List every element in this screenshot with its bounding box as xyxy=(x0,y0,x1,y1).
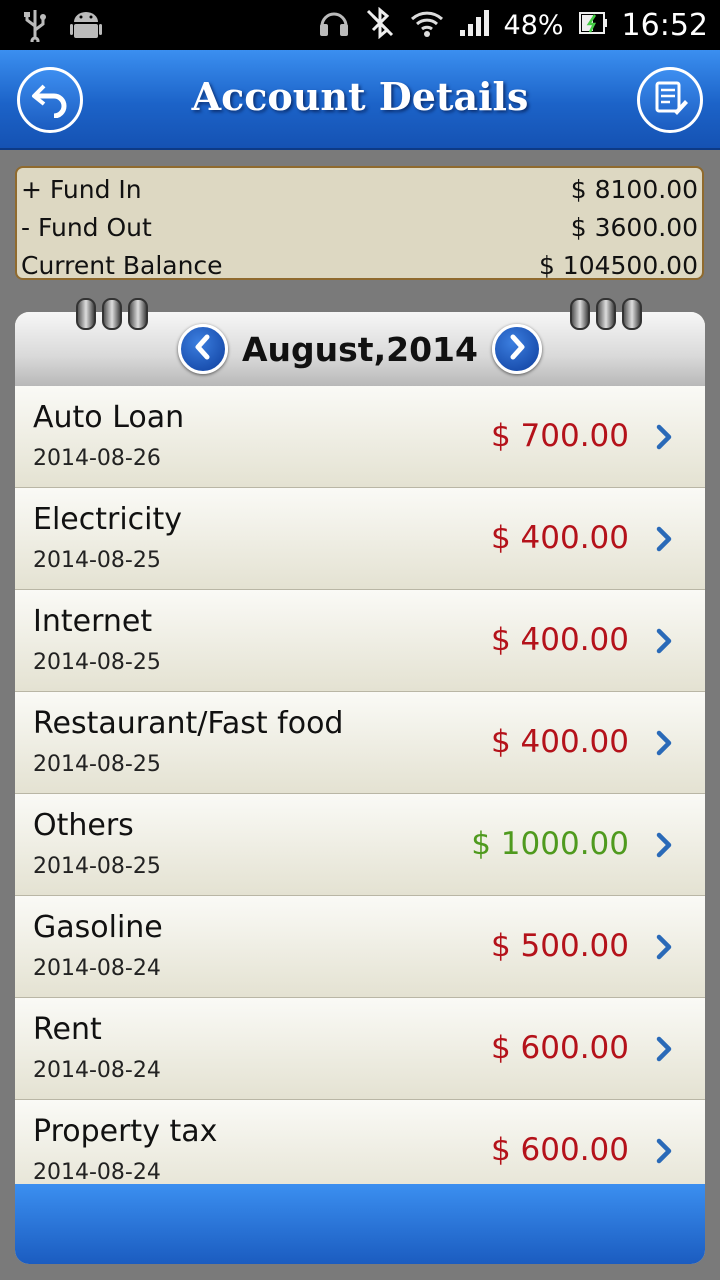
transaction-row[interactable]: Property tax 2014-08-24 $ 600.00 xyxy=(15,1100,705,1184)
balance-value: $ 104500.00 xyxy=(538,250,698,280)
chevron-right-icon xyxy=(653,422,675,452)
ring-decoration xyxy=(622,298,642,330)
chevron-right-icon xyxy=(653,524,675,554)
transaction-date: 2014-08-25 xyxy=(33,752,161,777)
transaction-title: Property tax xyxy=(33,1114,218,1149)
report-button[interactable] xyxy=(637,67,703,133)
fund-in-row: + Fund In $ 8100.00 xyxy=(21,170,698,208)
transaction-title: Gasoline xyxy=(33,910,163,945)
transaction-amount: $ 600.00 xyxy=(490,1030,629,1066)
transaction-row[interactable]: Rent 2014-08-24 $ 600.00 xyxy=(15,998,705,1100)
fund-in-value: $ 8100.00 xyxy=(570,174,698,204)
battery-icon xyxy=(578,9,608,41)
ring-decoration xyxy=(102,298,122,330)
transaction-amount: $ 400.00 xyxy=(490,622,629,658)
chevron-right-icon xyxy=(653,830,675,860)
headset-icon xyxy=(318,8,350,42)
transaction-amount: $ 500.00 xyxy=(490,928,629,964)
transaction-amount: $ 1000.00 xyxy=(471,826,629,862)
account-summary: + Fund In $ 8100.00 - Fund Out $ 3600.00… xyxy=(15,166,704,280)
transaction-date: 2014-08-25 xyxy=(33,650,161,675)
wifi-icon xyxy=(410,8,444,42)
transaction-title: Auto Loan xyxy=(33,400,185,435)
binder-rings-right xyxy=(570,298,642,330)
transaction-title: Others xyxy=(33,808,134,843)
balance-row: Current Balance $ 104500.00 xyxy=(21,246,698,284)
next-month-button[interactable] xyxy=(491,324,542,374)
chevron-right-icon xyxy=(653,1034,675,1064)
footer-bar xyxy=(15,1184,705,1264)
transaction-date: 2014-08-24 xyxy=(33,1058,161,1083)
chevron-right-icon xyxy=(653,626,675,656)
transaction-row[interactable]: Others 2014-08-25 $ 1000.00 xyxy=(15,794,705,896)
status-bar: 48% 16:52 xyxy=(0,0,720,50)
transaction-title: Electricity xyxy=(33,502,183,537)
fund-in-label: + Fund In xyxy=(21,174,142,204)
transaction-amount: $ 400.00 xyxy=(490,724,629,760)
ring-decoration xyxy=(596,298,616,330)
ring-decoration xyxy=(570,298,590,330)
chevron-right-icon xyxy=(653,1136,675,1166)
month-label: August,2014 xyxy=(242,329,478,369)
ring-decoration xyxy=(128,298,148,330)
fund-out-row: - Fund Out $ 3600.00 xyxy=(21,208,698,246)
transaction-row[interactable]: Auto Loan 2014-08-26 $ 700.00 xyxy=(15,386,705,488)
transaction-row[interactable]: Electricity 2014-08-25 $ 400.00 xyxy=(15,488,705,590)
transaction-title: Internet xyxy=(33,604,153,639)
transactions-panel: August,2014 Auto Loan 2014-08-26 $ 700.00 E… xyxy=(15,312,705,1264)
app-header: Account Details xyxy=(0,50,720,150)
transaction-list[interactable]: Auto Loan 2014-08-26 $ 700.00 Electricity 20… xyxy=(15,386,705,1184)
transaction-title: Rent xyxy=(33,1012,102,1047)
usb-icon xyxy=(22,8,48,46)
bluetooth-off-icon xyxy=(364,6,396,43)
transaction-amount: $ 600.00 xyxy=(490,1132,629,1168)
android-icon xyxy=(70,8,102,46)
transaction-date: 2014-08-24 xyxy=(33,956,161,981)
page-title: Account Details xyxy=(191,74,529,119)
transaction-date: 2014-08-25 xyxy=(33,854,161,879)
transaction-amount: $ 400.00 xyxy=(490,520,629,556)
battery-percent: 48% xyxy=(503,9,564,41)
chevron-left-icon xyxy=(192,334,214,364)
signal-icon xyxy=(458,8,490,42)
balance-label: Current Balance xyxy=(21,250,223,280)
transaction-date: 2014-08-25 xyxy=(33,548,161,573)
transaction-row[interactable]: Restaurant/Fast food 2014-08-25 $ 400.00 xyxy=(15,692,705,794)
previous-month-button[interactable] xyxy=(178,324,229,374)
transaction-title: Restaurant/Fast food xyxy=(33,706,344,741)
chevron-right-icon xyxy=(506,334,528,364)
ring-decoration xyxy=(76,298,96,330)
transaction-row[interactable]: Gasoline 2014-08-24 $ 500.00 xyxy=(15,896,705,998)
transaction-date: 2014-08-24 xyxy=(33,1160,161,1184)
binder-rings-left xyxy=(76,298,148,330)
transaction-amount: $ 700.00 xyxy=(490,418,629,454)
transaction-row[interactable]: Internet 2014-08-25 $ 400.00 xyxy=(15,590,705,692)
chevron-right-icon xyxy=(653,932,675,962)
clock: 16:52 xyxy=(621,7,708,43)
fund-out-value: $ 3600.00 xyxy=(570,212,698,242)
chevron-right-icon xyxy=(653,728,675,758)
transaction-date: 2014-08-26 xyxy=(33,446,161,471)
fund-out-label: - Fund Out xyxy=(21,212,152,242)
report-edit-icon xyxy=(650,78,690,122)
